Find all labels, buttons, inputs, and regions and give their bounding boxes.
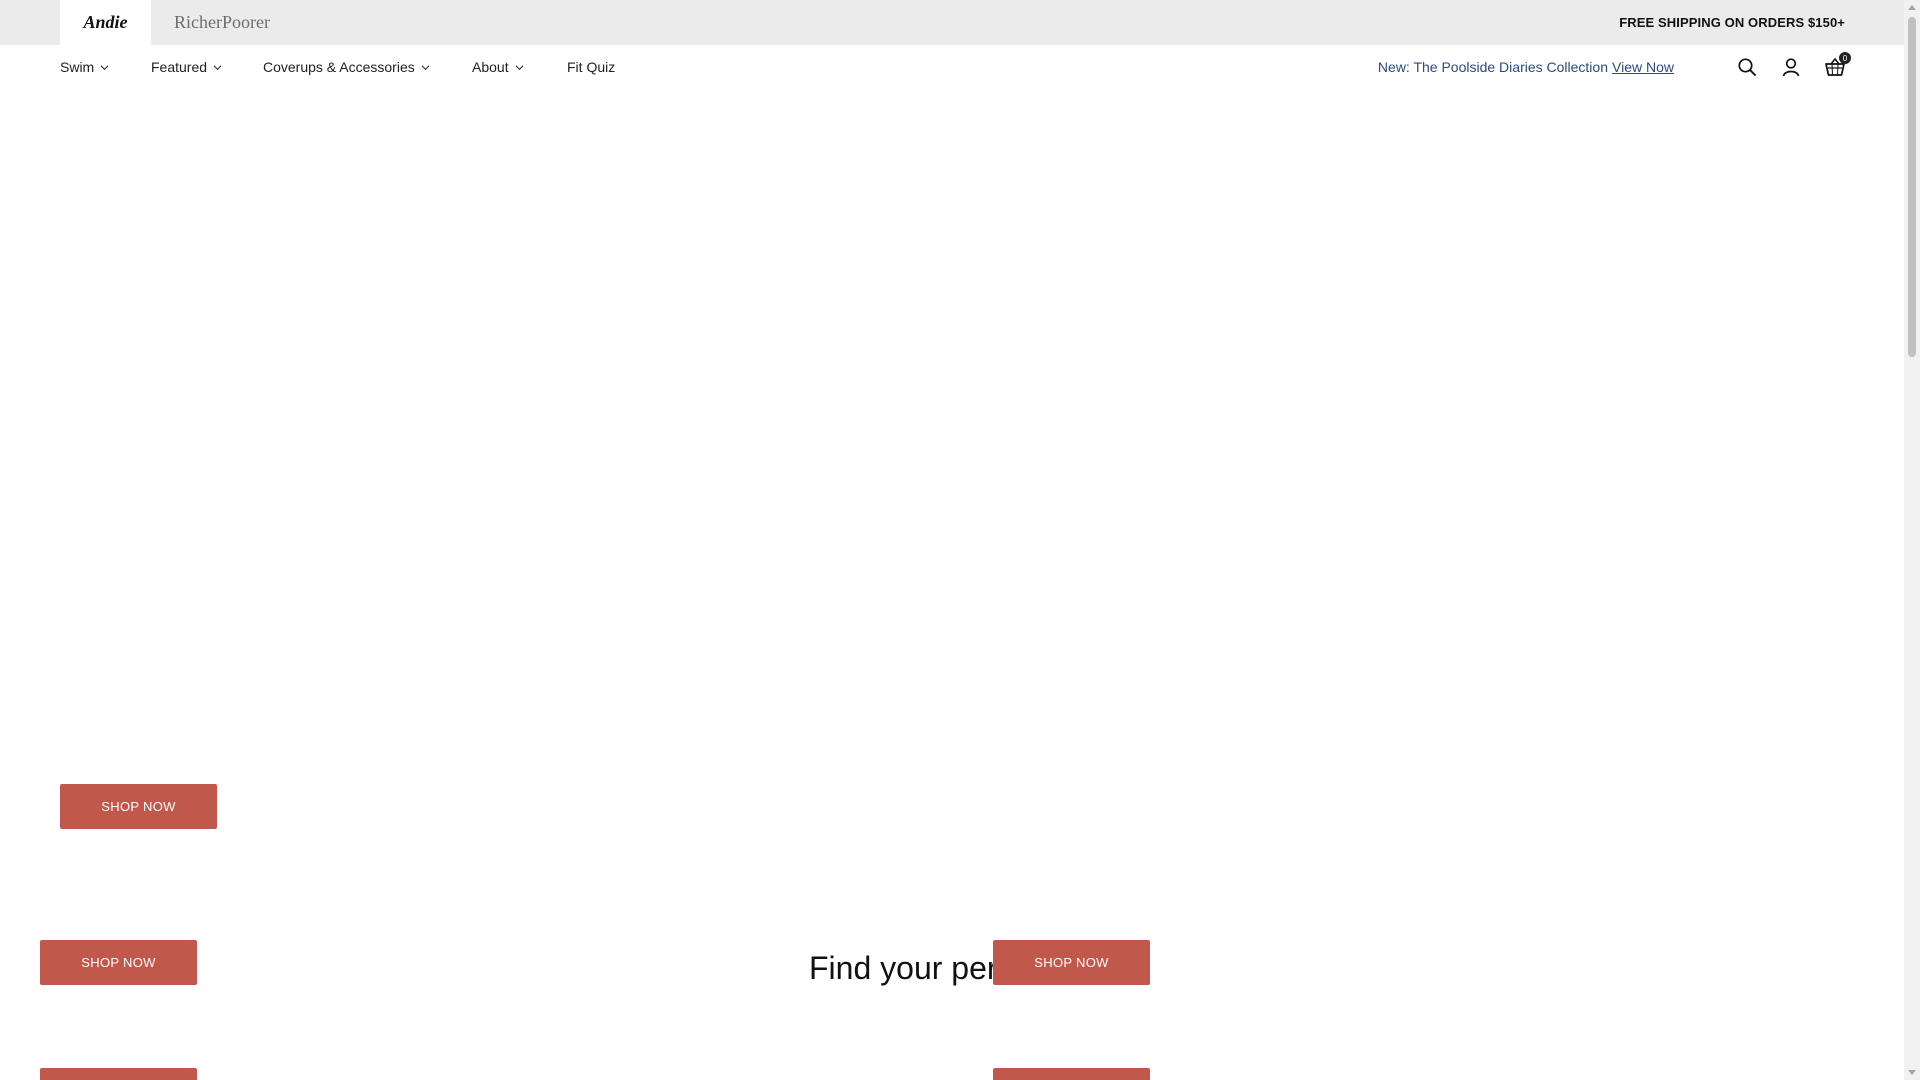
chevron-down-icon — [100, 64, 109, 70]
nav-item-featured[interactable]: Featured — [151, 45, 222, 89]
promo-announcement: New: The Poolside Diaries Collection Vie… — [1378, 45, 1674, 89]
nav-item-about[interactable]: About — [472, 45, 524, 89]
nav-item-label: About — [472, 59, 509, 75]
nav-item-label: Coverups & Accessories — [263, 59, 415, 75]
collection-shop-now-button[interactable]: SHOP NOW — [40, 940, 197, 985]
nav-item-label: Fit Quiz — [567, 59, 616, 75]
page: Andie RicherPoorer FREE SHIPPING ON ORDE… — [0, 0, 1920, 1080]
nav-item-fit-quiz[interactable]: Fit Quiz — [567, 45, 615, 89]
nav-item-coverups-accessories[interactable]: Coverups & Accessories — [263, 45, 430, 89]
cart-icon[interactable]: 0 — [1823, 52, 1851, 79]
nav-item-swim[interactable]: Swim — [60, 45, 109, 89]
collection-shop-now-button[interactable]: SHOP NOW — [40, 1068, 197, 1080]
scrollbar-thumb[interactable] — [1908, 17, 1916, 357]
promo-view-now-link[interactable]: View Now — [1612, 59, 1674, 75]
hero-shop-now-button[interactable]: SHOP NOW — [60, 784, 217, 829]
main-navigation: Swim Featured Coverups & Accessories Abo… — [0, 45, 1904, 89]
search-icon[interactable] — [1735, 55, 1759, 79]
account-icon[interactable] — [1779, 55, 1803, 79]
nav-item-label: Featured — [151, 59, 208, 75]
chevron-down-icon — [213, 64, 222, 70]
cart-count-badge: 0 — [1839, 52, 1851, 64]
chevron-down-icon — [421, 64, 430, 70]
collection-shop-now-button[interactable]: SHOP NOW — [993, 940, 1150, 985]
brand-tab-andie[interactable]: Andie — [60, 0, 151, 45]
page-scrollbar[interactable] — [1904, 0, 1920, 1080]
scroll-down-arrow-icon[interactable] — [1908, 1070, 1916, 1075]
top-utility-bar: Andie RicherPoorer FREE SHIPPING ON ORDE… — [0, 0, 1904, 45]
brand-tab-richerpoorer[interactable]: RicherPoorer — [151, 0, 293, 45]
free-shipping-banner: FREE SHIPPING ON ORDERS $150+ — [1619, 15, 1845, 30]
section-heading: Find your per — [809, 950, 998, 986]
nav-item-label: Swim — [60, 59, 95, 75]
chevron-down-icon — [515, 64, 524, 70]
collection-shop-now-button[interactable]: SHOP NOW — [993, 1068, 1150, 1080]
promo-text: New: The Poolside Diaries Collection — [1377, 59, 1608, 75]
scroll-up-arrow-icon[interactable] — [1908, 5, 1916, 10]
